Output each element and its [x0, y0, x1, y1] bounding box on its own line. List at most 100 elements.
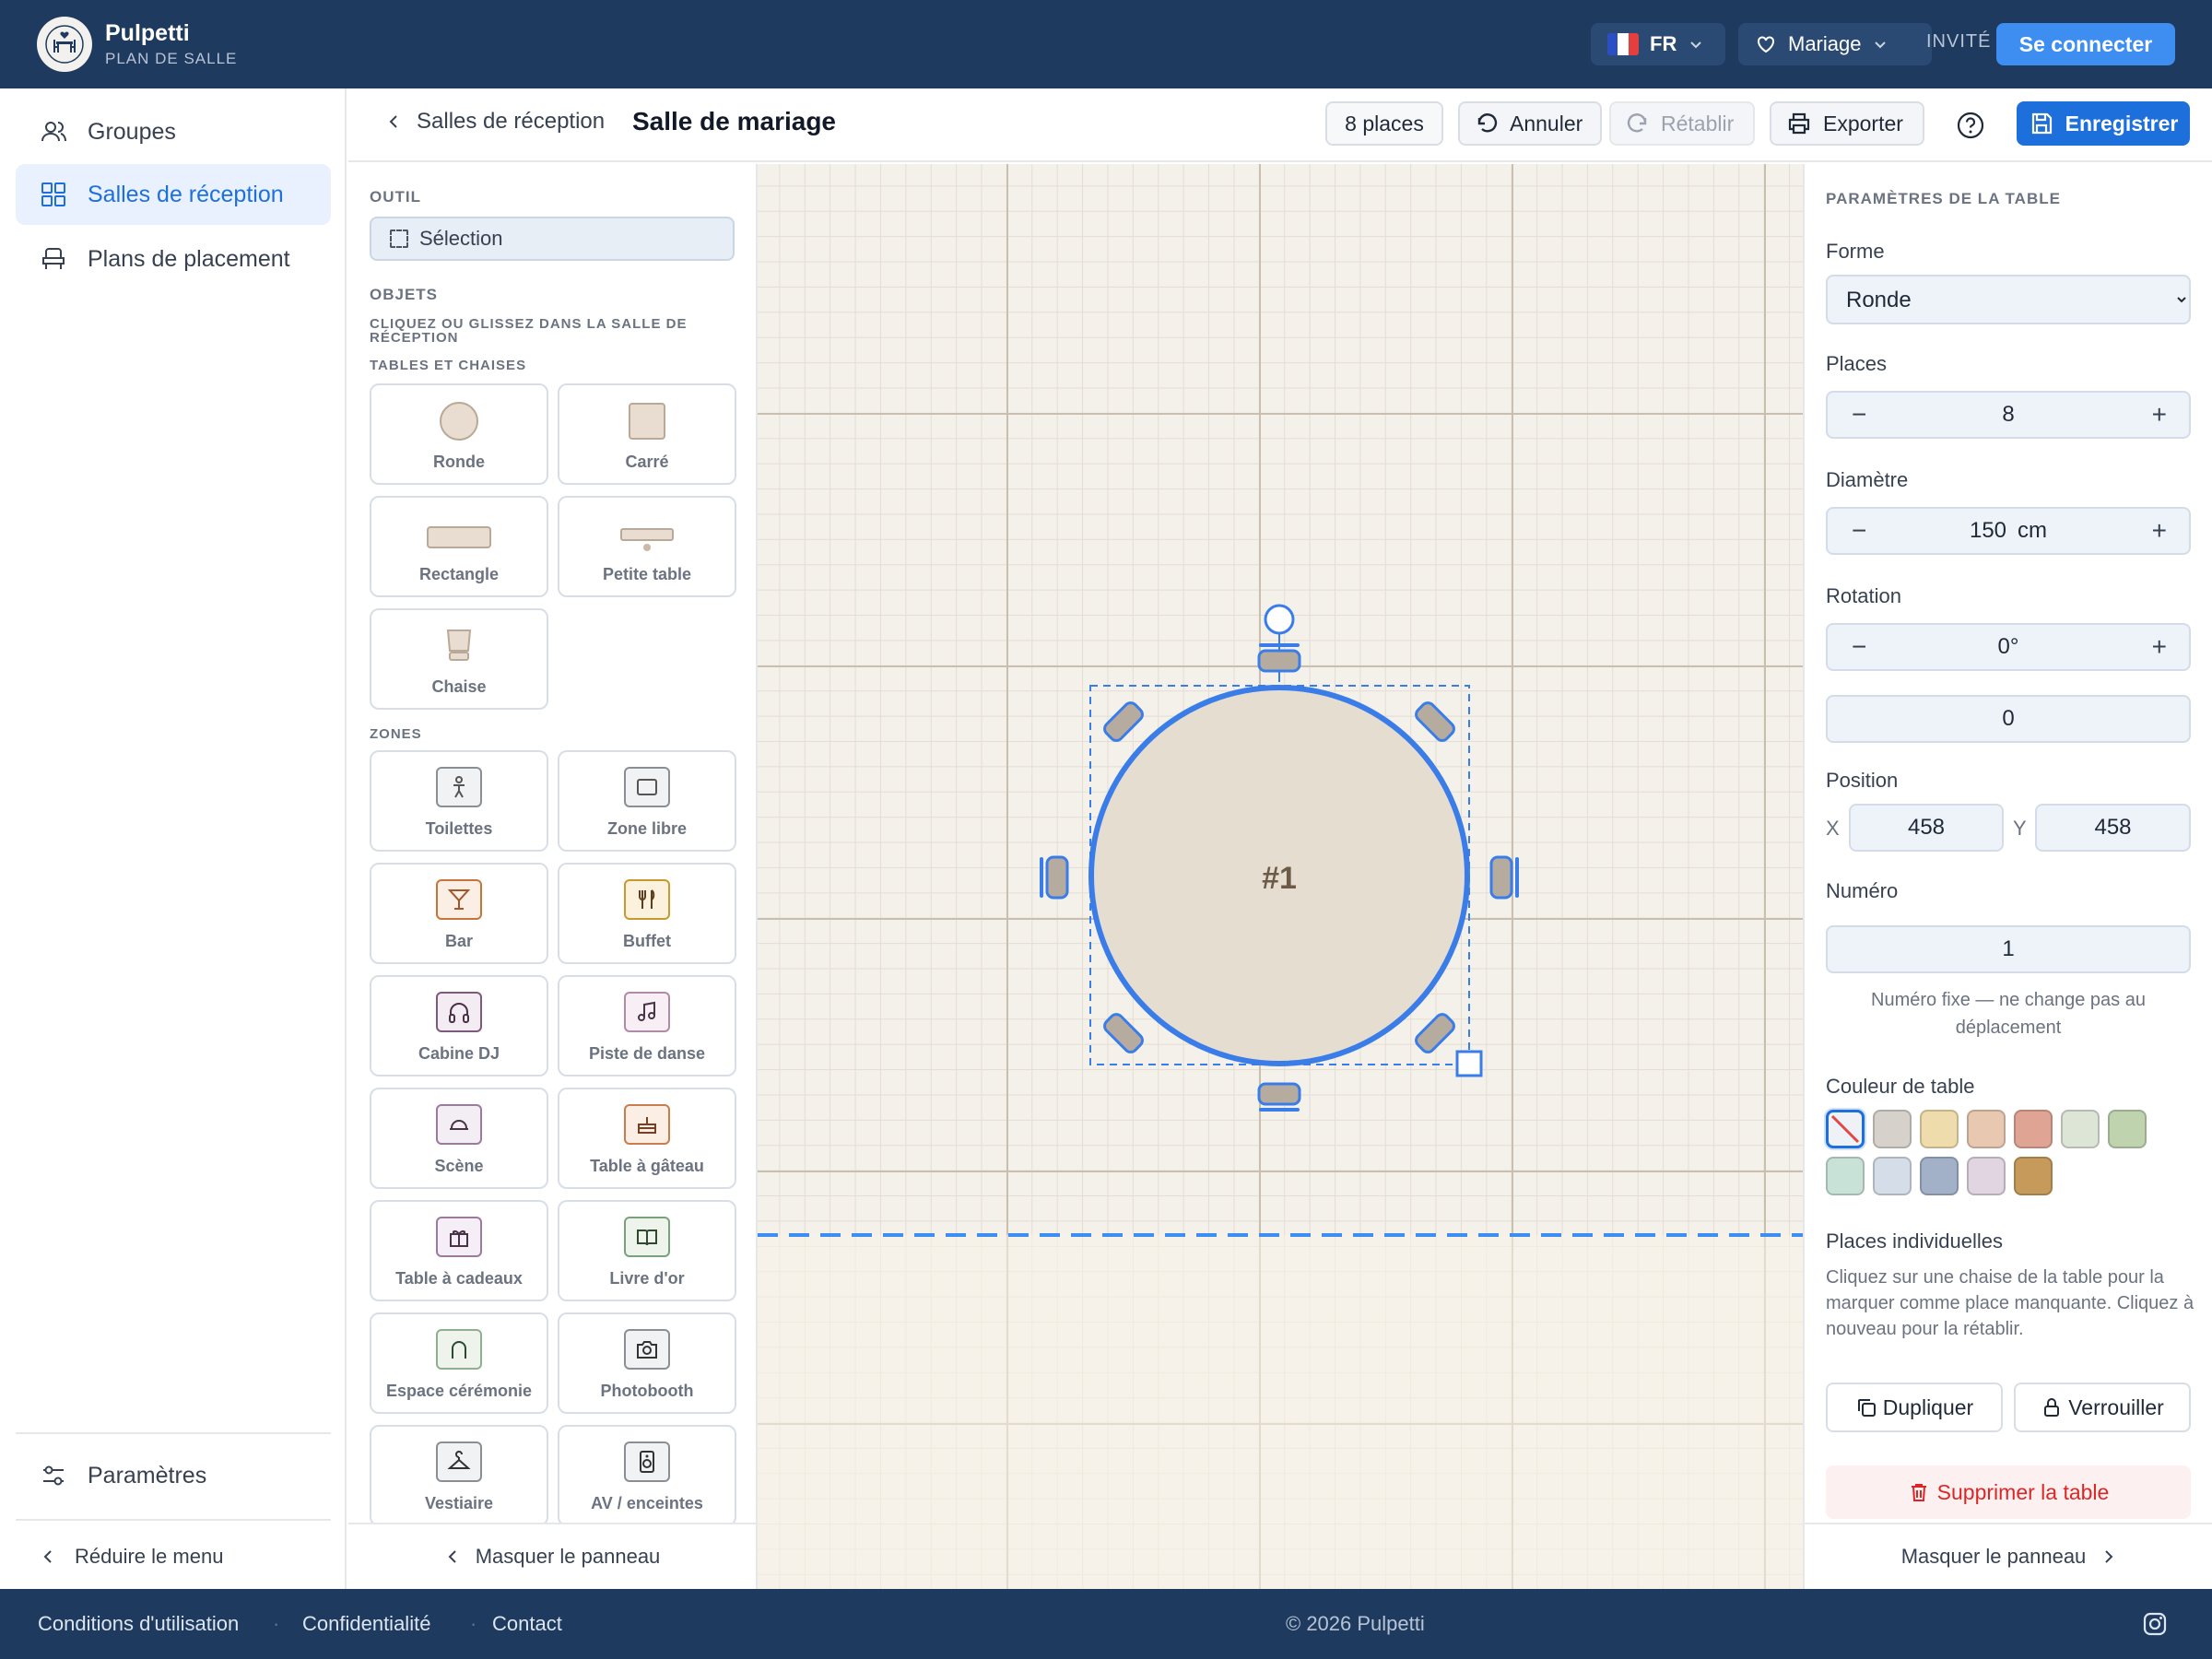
hide-right-panel-button[interactable]: Masquer le panneau	[1805, 1523, 2212, 1589]
zone-libre[interactable]: Zone libre	[558, 750, 736, 852]
plus-icon[interactable]: +	[2152, 632, 2167, 662]
sidebar-item-seating-plans[interactable]: Plans de placement	[16, 229, 331, 289]
tables-heading: TABLES ET CHAISES	[370, 358, 527, 373]
shape-select[interactable]: Ronde	[1826, 275, 2191, 324]
zone-table-a-cadeaux[interactable]: Table à cadeaux	[370, 1200, 548, 1301]
zone-vestiaire[interactable]: Vestiaire	[370, 1425, 548, 1526]
export-button[interactable]: Exporter	[1770, 101, 1924, 146]
duplicate-button[interactable]: Dupliquer	[1826, 1382, 2003, 1432]
plus-icon[interactable]: +	[2152, 400, 2167, 429]
language-selector[interactable]: FR	[1591, 23, 1725, 65]
privacy-link[interactable]: Confidentialité	[302, 1612, 430, 1636]
chair[interactable]	[1489, 855, 1519, 900]
rectangle-table-tool[interactable]: Rectangle	[370, 496, 548, 597]
zone-buffet[interactable]: Buffet	[558, 863, 736, 964]
instagram-icon[interactable]	[2142, 1611, 2168, 1637]
copy-icon	[1857, 1399, 1876, 1417]
duplicate-label: Dupliquer	[1882, 1394, 1974, 1419]
cocktail-icon	[436, 879, 482, 920]
floor-plan-canvas[interactable]: #1	[758, 164, 1803, 1589]
pulpetti-logo[interactable]	[37, 17, 92, 72]
delete-table-button[interactable]: Supprimer la table	[1826, 1465, 2191, 1519]
lock-label: Verrouiller	[2068, 1394, 2164, 1419]
round-table-tool[interactable]: Ronde	[370, 383, 548, 485]
no-color-icon	[1830, 1114, 1860, 1144]
minus-icon[interactable]: −	[1852, 400, 1866, 429]
table-1[interactable]: #1	[1040, 604, 1519, 1112]
sidebar-item-groups[interactable]: Groupes	[16, 101, 331, 162]
event-selector[interactable]: Mariage	[1738, 23, 1932, 65]
color-swatch[interactable]	[1826, 1157, 1865, 1195]
hanger-icon	[436, 1441, 482, 1482]
lock-button[interactable]: Verrouiller	[2014, 1382, 2191, 1432]
sidebar-item-label: Plans de placement	[88, 245, 290, 272]
number-input[interactable]: 1	[1826, 925, 2191, 973]
color-swatch[interactable]	[1920, 1157, 1959, 1195]
sidebar-item-label: Paramètres	[88, 1462, 207, 1488]
chair[interactable]	[1102, 1012, 1146, 1055]
zone-cabine-dj[interactable]: Cabine DJ	[370, 975, 548, 1077]
zone-espace-ceremonie[interactable]: Espace cérémonie	[370, 1312, 548, 1414]
zone-bar[interactable]: Bar	[370, 863, 548, 964]
places-stepper[interactable]: − 8 +	[1826, 391, 2191, 439]
rotation-handle[interactable]	[1264, 604, 1295, 635]
y-input[interactable]: 458	[2035, 804, 2191, 852]
zone-photobooth[interactable]: Photobooth	[558, 1312, 736, 1414]
login-button[interactable]: Se connecter	[1996, 23, 2175, 65]
minus-icon[interactable]: −	[1852, 516, 1866, 546]
rectangle-table-icon	[427, 526, 491, 548]
chair[interactable]	[1414, 700, 1457, 744]
diameter-stepper[interactable]: − 150 cm +	[1826, 507, 2191, 555]
color-swatch[interactable]	[1873, 1110, 1912, 1148]
zone-label: Photobooth	[600, 1382, 694, 1400]
color-swatch-none[interactable]	[1826, 1110, 1865, 1148]
zone-scene[interactable]: Scène	[370, 1088, 548, 1189]
color-swatch[interactable]	[1967, 1157, 2006, 1195]
sidebar-item-reception-rooms[interactable]: Salles de réception	[16, 164, 331, 225]
contact-link[interactable]: Contact	[492, 1612, 562, 1636]
color-swatch[interactable]	[1873, 1157, 1912, 1195]
zone-table-a-gateau[interactable]: Table à gâteau	[558, 1088, 736, 1189]
color-swatch[interactable]	[2061, 1110, 2100, 1148]
collapse-menu-button[interactable]: Réduire le menu	[16, 1526, 331, 1587]
zone-av-enceintes[interactable]: AV / enceintes	[558, 1425, 736, 1526]
sidebar-item-label: Salles de réception	[88, 181, 284, 207]
zone-livre-dor[interactable]: Livre d'or	[558, 1200, 736, 1301]
help-icon[interactable]	[1956, 111, 1985, 140]
x-input[interactable]: 458	[1849, 804, 2004, 852]
heart-icon	[1758, 36, 1774, 53]
color-swatch[interactable]	[2108, 1110, 2147, 1148]
chair[interactable]	[1414, 1012, 1457, 1055]
chevron-down-icon	[1875, 41, 1887, 49]
undo-button[interactable]: Annuler	[1458, 101, 1602, 146]
small-table-tool[interactable]: Petite table	[558, 496, 736, 597]
save-button[interactable]: Enregistrer	[2017, 101, 2190, 146]
color-swatch[interactable]	[2014, 1157, 2053, 1195]
redo-button[interactable]: Rétablir	[1609, 101, 1755, 146]
chair[interactable]	[1102, 700, 1146, 744]
minus-icon[interactable]: −	[1852, 632, 1866, 662]
zone-toilettes[interactable]: Toilettes	[370, 750, 548, 852]
event-name: Mariage	[1788, 32, 1862, 55]
free-zone-icon	[624, 767, 670, 807]
diameter-label: Diamètre	[1826, 468, 1909, 491]
resize-handle[interactable]	[1455, 1050, 1483, 1077]
chair[interactable]	[1040, 855, 1069, 900]
terms-link[interactable]: Conditions d'utilisation	[38, 1612, 239, 1636]
square-table-tool[interactable]: Carré	[558, 383, 736, 485]
color-swatch[interactable]	[1967, 1110, 2006, 1148]
zone-piste-de-danse[interactable]: Piste de danse	[558, 975, 736, 1077]
hide-left-panel-button[interactable]: Masquer le panneau	[348, 1523, 756, 1589]
chair[interactable]	[1257, 1082, 1301, 1112]
sidebar-item-settings[interactable]: Paramètres	[16, 1445, 331, 1506]
color-swatch[interactable]	[2014, 1110, 2053, 1148]
rotation-input[interactable]: 0	[1826, 695, 2191, 743]
breadcrumb-label: Salles de réception	[417, 109, 606, 134]
table-number-label: #1	[1262, 861, 1297, 896]
plus-icon[interactable]: +	[2152, 516, 2167, 546]
chair-tool[interactable]: Chaise	[370, 608, 548, 710]
breadcrumb-back[interactable]: Salles de réception	[385, 109, 605, 135]
selection-tool[interactable]: Sélection	[370, 217, 735, 261]
color-swatch[interactable]	[1920, 1110, 1959, 1148]
rotation-stepper[interactable]: − 0° +	[1826, 623, 2191, 671]
